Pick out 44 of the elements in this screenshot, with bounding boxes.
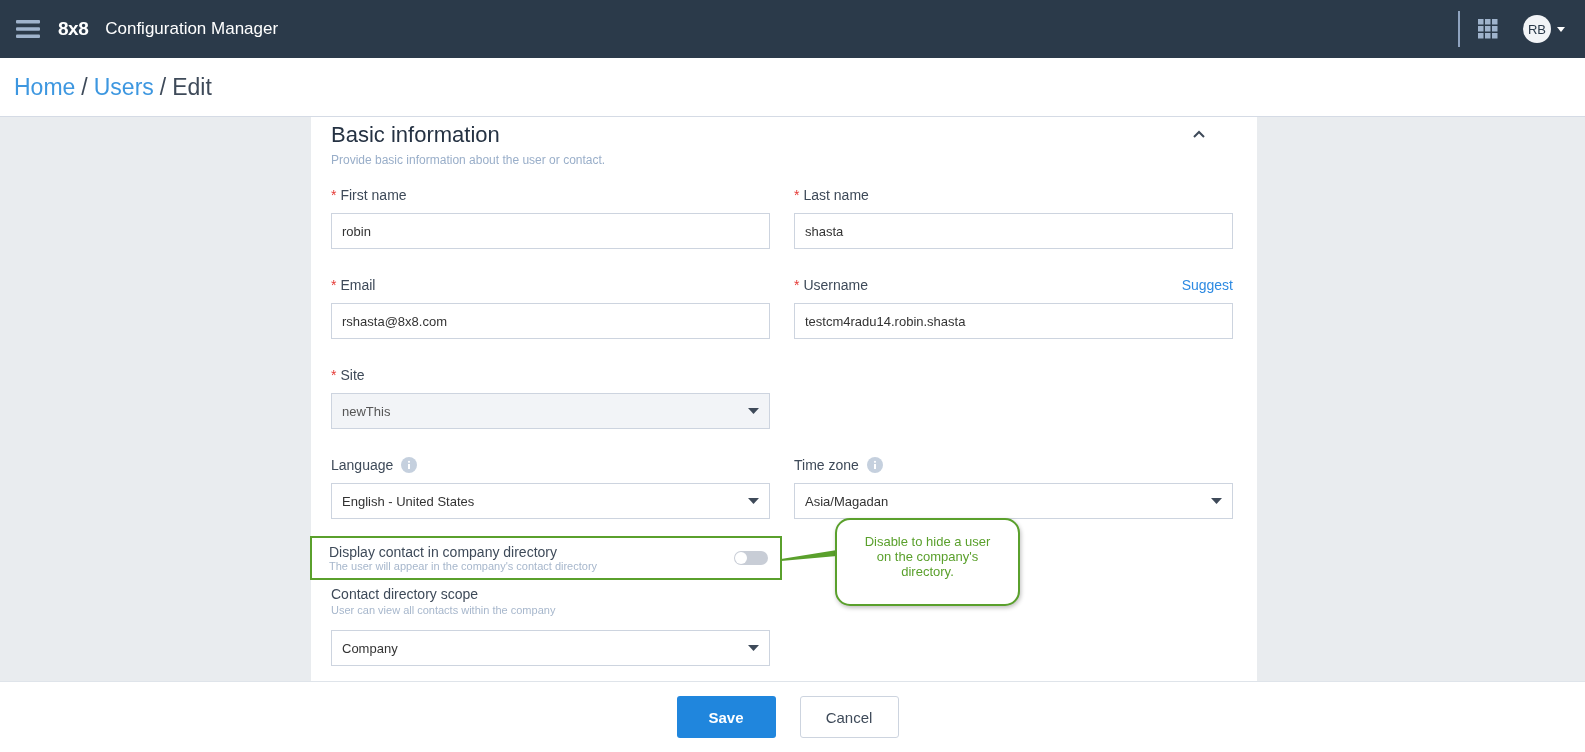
toggle-hint: The user will appear in the company's contact directory <box>329 560 598 572</box>
breadcrumb-separator: / <box>159 73 167 101</box>
field-label: Username <box>803 277 869 293</box>
caret-icon <box>1211 498 1222 504</box>
save-button[interactable]: Save <box>676 696 776 738</box>
app-title: Configuration Manager <box>105 19 279 39</box>
toggle-switch[interactable] <box>734 551 768 565</box>
field-label: Email <box>340 277 376 293</box>
select-field[interactable]: English - United States <box>331 483 770 519</box>
text-field[interactable]: testcm4radu14.robin.shasta <box>794 303 1233 339</box>
required-mark: * <box>331 187 337 203</box>
chevron-icon[interactable] <box>1193 130 1205 138</box>
text-field[interactable]: robin <box>331 213 770 249</box>
field-label: Last name <box>803 187 869 203</box>
caret-icon[interactable] <box>1557 26 1565 32</box>
required-mark: * <box>331 367 337 383</box>
required-mark: * <box>794 187 800 203</box>
section-title: Basic information <box>331 121 501 149</box>
suggest-link[interactable]: Suggest <box>1181 277 1233 293</box>
logo: 8x8 <box>58 18 89 40</box>
field-label: First name <box>340 187 407 203</box>
text-field[interactable]: rshasta@8x8.com <box>331 303 770 339</box>
cancel-button[interactable]: Cancel <box>799 696 899 738</box>
breadcrumb-separator: / <box>81 73 88 101</box>
breadcrumb-current: Edit <box>172 73 212 101</box>
field-label: Time zone <box>794 457 859 473</box>
required-mark: * <box>331 277 337 293</box>
select-field[interactable]: Asia/Magadan <box>794 483 1233 519</box>
menu-icon[interactable] <box>16 19 40 39</box>
section-subtitle: Provide basic information about the user or contact. <box>331 153 606 167</box>
caret-icon <box>748 498 759 504</box>
toggle-label: Display contact in company directory <box>329 544 558 560</box>
field-label: Language <box>331 457 394 473</box>
user-avatar[interactable]: RB <box>1523 15 1551 43</box>
caret-icon <box>748 408 759 414</box>
callout-bubble: Disable to hide a user on the company's directory. <box>835 518 1020 606</box>
text-field[interactable]: shasta <box>794 213 1233 249</box>
field-label: Site <box>340 367 365 383</box>
select-field[interactable]: Company <box>331 630 770 666</box>
field-hint: User can view all contacts within the company <box>331 604 557 616</box>
required-mark: * <box>794 277 800 293</box>
caret-icon <box>748 645 759 651</box>
apps-grid-icon[interactable] <box>1478 19 1498 39</box>
field-label: Contact directory scope <box>331 586 479 602</box>
